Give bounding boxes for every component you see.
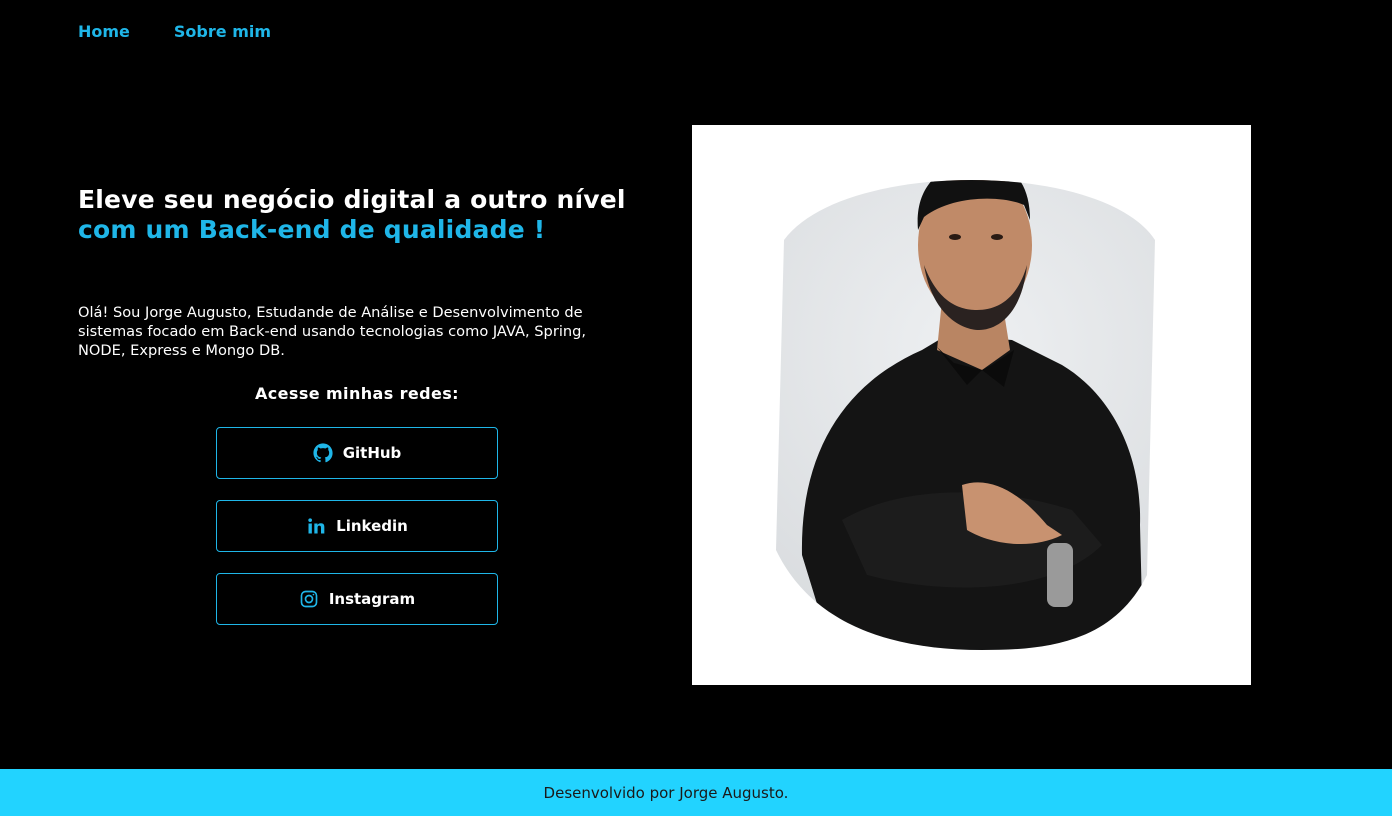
profile-portrait-illustration [692, 125, 1251, 685]
headline-accent-part: com um Back-end de qualidade ! [78, 215, 546, 244]
github-icon [313, 443, 333, 463]
github-button[interactable]: GitHub [216, 427, 498, 479]
instagram-button[interactable]: Instagram [216, 573, 498, 625]
hero-intro: Olá! Sou Jorge Augusto, Estudande de Aná… [78, 304, 587, 359]
profile-photo [692, 125, 1251, 685]
instagram-label: Instagram [328, 590, 416, 608]
headline-white-part: Eleve seu negócio digital a outro nível [78, 185, 626, 214]
instagram-icon [299, 589, 319, 609]
nav-about-link[interactable]: Sobre mim [174, 22, 271, 41]
hero-headline: Eleve seu negócio digital a outro nível … [78, 185, 638, 245]
linkedin-label: Linkedin [336, 517, 408, 535]
footer: Desenvolvido por Jorge Augusto. [0, 769, 1392, 816]
nav-home-link[interactable]: Home [78, 22, 130, 41]
linkedin-button[interactable]: Linkedin [216, 500, 498, 552]
top-nav: Home Sobre mim [78, 22, 271, 41]
footer-credit: Desenvolvido por Jorge Augusto. [543, 783, 789, 802]
linkedin-icon [306, 516, 326, 536]
github-label: GitHub [342, 444, 402, 462]
networks-title: Acesse minhas redes: [255, 384, 459, 403]
